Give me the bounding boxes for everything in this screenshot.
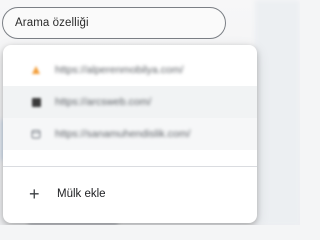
add-property-label: Mülk ekle: [57, 188, 106, 200]
globe-favicon-icon: [31, 129, 41, 139]
page: Arama özelliği https://alperenmobilya.co…: [0, 0, 300, 225]
property-url: https://arcsweb.com/: [55, 96, 152, 108]
plus-icon: +: [29, 184, 40, 204]
search-field-value: Arama özelliği: [15, 17, 89, 29]
property-option[interactable]: https://sanamuhendislik.com/: [3, 118, 257, 150]
property-option[interactable]: https://arcsweb.com/: [3, 86, 257, 118]
property-url: https://sanamuhendislik.com/: [55, 128, 191, 140]
property-url: https://alperenmobilya.com/: [55, 64, 184, 76]
property-dropdown-menu: https://alperenmobilya.com/ https://arcs…: [3, 45, 257, 223]
property-option[interactable]: https://alperenmobilya.com/: [3, 54, 257, 86]
add-property-button[interactable]: + Mülk ekle: [3, 176, 257, 212]
orange-favicon-icon: [31, 65, 41, 75]
background-panel: [255, 0, 300, 225]
search-field[interactable]: Arama özelliği: [2, 7, 226, 39]
dark-square-favicon-icon: [31, 97, 41, 107]
menu-divider: [3, 166, 257, 167]
